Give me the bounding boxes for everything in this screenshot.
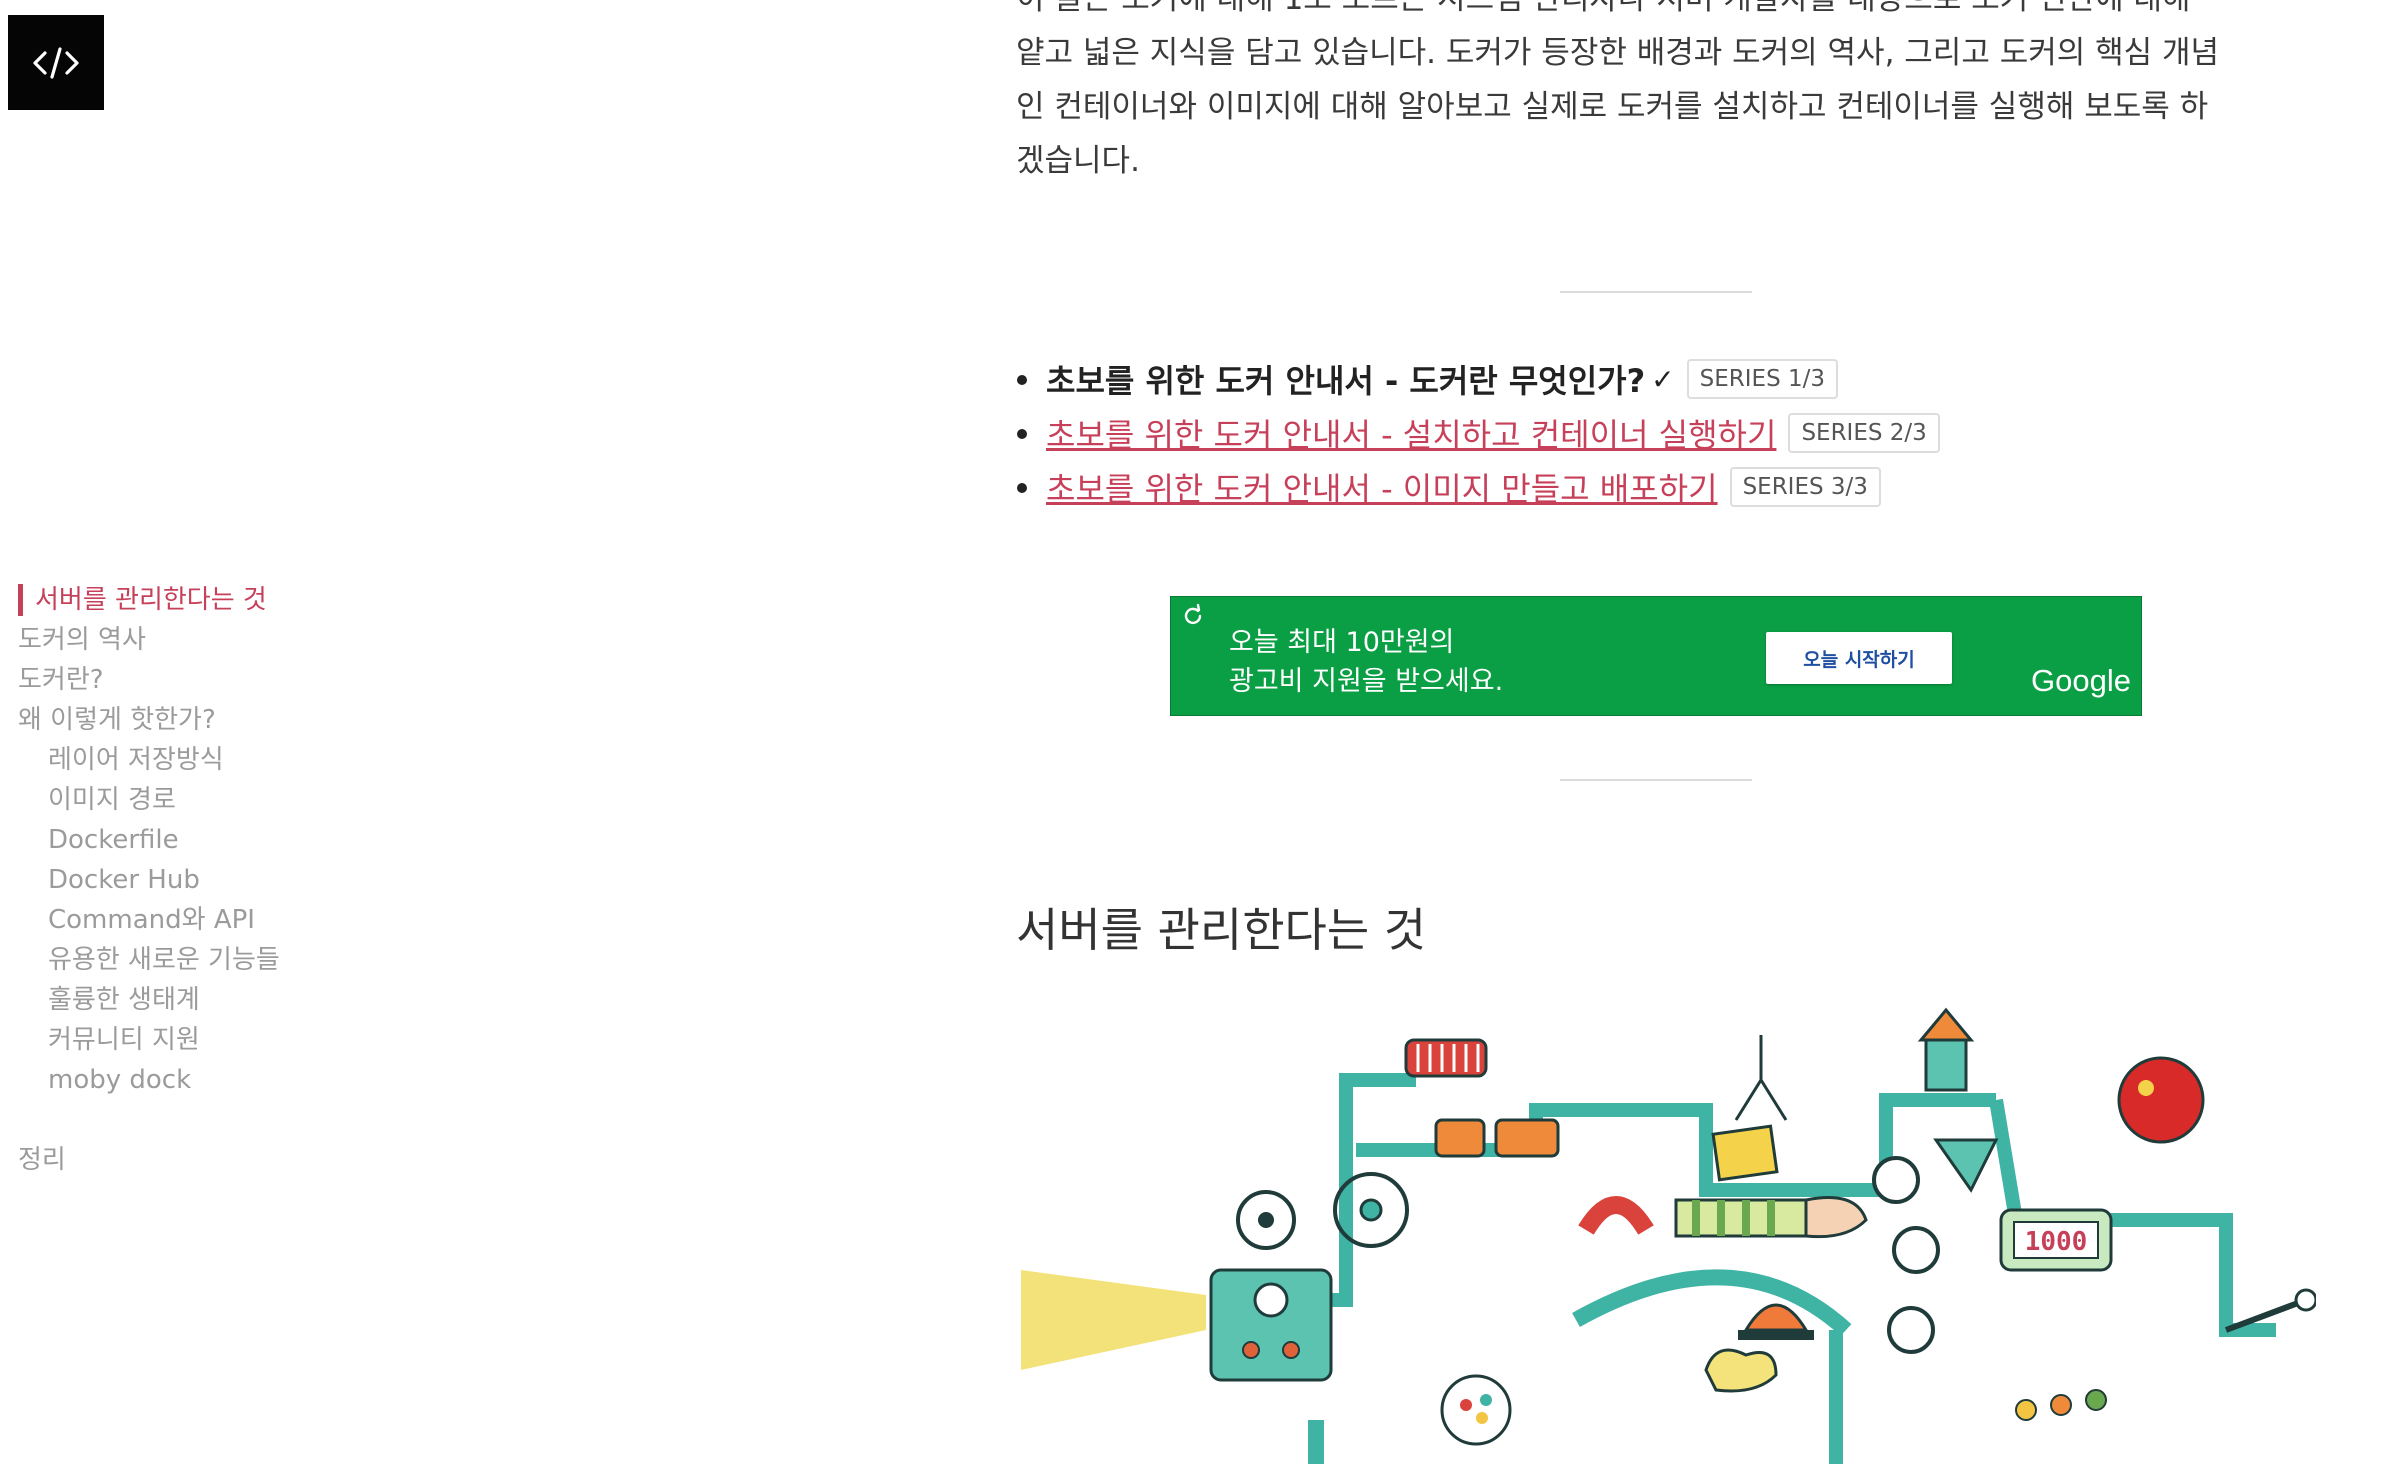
series-item: 초보를 위한 도커 안내서 - 도커란 무엇인가? ✓ SERIES 1/3 [1017, 352, 1940, 406]
toc-item-new-features[interactable]: 유용한 새로운 기능들 [18, 940, 518, 980]
illustration-machine: 1000 [1016, 1000, 2316, 1464]
section-title: 서버를 관리한다는 것 [1016, 903, 1427, 957]
toc-item-command-api[interactable]: Command와 API [18, 900, 518, 940]
toc-item-why-hot[interactable]: 왜 이렇게 핫한가? [18, 700, 518, 740]
ad-text: 오늘 최대 10만원의 광고비 지원을 받으세요. [1229, 623, 1503, 701]
toc-item-docker-history[interactable]: 도커의 역사 [18, 620, 518, 660]
intro-line: 인 컨테이너와 이미지에 대해 알아보고 실제로 도커를 설치하고 컨테이너를 … [1016, 89, 2209, 125]
series-current-title: 초보를 위한 도커 안내서 - 도커란 무엇인가? [1046, 362, 1646, 400]
toc-item-image-path[interactable]: 이미지 경로 [18, 780, 518, 820]
series-list: 초보를 위한 도커 안내서 - 도커란 무엇인가? ✓ SERIES 1/3 초… [1017, 352, 1940, 514]
ad-line-1: 오늘 최대 10만원의 [1229, 627, 1455, 658]
divider [1560, 779, 1752, 781]
code-icon [33, 46, 79, 79]
ad-banner[interactable]: 오늘 최대 10만원의 광고비 지원을 받으세요. 오늘 시작하기 Google [1170, 596, 2142, 716]
toc-item-what-is-docker[interactable]: 도커란? [18, 660, 518, 700]
toc-item-dockerfile[interactable]: Dockerfile [18, 820, 518, 860]
machine-illustration-icon: 1000 [1021, 1007, 2316, 1464]
series-item: 초보를 위한 도커 안내서 - 이미지 만들고 배포하기 SERIES 3/3 [1017, 460, 1940, 514]
check-icon: ✓ [1651, 362, 1675, 396]
ad-start-button[interactable]: 오늘 시작하기 [1766, 632, 1952, 684]
intro-line: 겠습니다. [1016, 143, 1140, 179]
toc-spacer [18, 1100, 518, 1140]
series-badge: SERIES 2/3 [1788, 413, 1940, 453]
series-badge: SERIES 3/3 [1729, 467, 1881, 507]
intro-paragraph: 이 글은 도커에 대해 1도 모르는 시스템 관리자나 서버 개발자를 대상으로… [1016, 0, 2306, 188]
toc-item-server-management[interactable]: 서버를 관리한다는 것 [18, 580, 518, 620]
ad-line-2: 광고비 지원을 받으세요. [1229, 666, 1504, 697]
google-logo: Google [2031, 663, 2131, 698]
bullet [1017, 375, 1027, 385]
divider [1560, 291, 1752, 293]
series-link-install[interactable]: 초보를 위한 도커 안내서 - 설치하고 컨테이너 실행하기 [1046, 410, 1776, 456]
series-link-image[interactable]: 초보를 위한 도커 안내서 - 이미지 만들고 배포하기 [1046, 464, 1718, 510]
site-logo[interactable] [8, 15, 104, 110]
table-of-contents: 서버를 관리한다는 것 도커의 역사 도커란? 왜 이렇게 핫한가? 레이어 저… [18, 580, 518, 1180]
intro-line: 얕고 넓은 지식을 담고 있습니다. 도커가 등장한 배경과 도커의 역사, 그… [1016, 35, 2220, 71]
refresh-icon[interactable] [1181, 603, 1205, 627]
toc-item-moby-dock[interactable]: moby dock [18, 1060, 518, 1100]
series-item: 초보를 위한 도커 안내서 - 설치하고 컨테이너 실행하기 SERIES 2/… [1017, 406, 1940, 460]
bullet [1017, 429, 1027, 439]
toc-item-layer-storage[interactable]: 레이어 저장방식 [18, 740, 518, 780]
toc-item-docker-hub[interactable]: Docker Hub [18, 860, 518, 900]
series-badge: SERIES 1/3 [1686, 359, 1838, 399]
toc-item-community[interactable]: 커뮤니티 지원 [18, 1020, 518, 1060]
bullet [1017, 483, 1027, 493]
toc-item-ecosystem[interactable]: 훌륭한 생태계 [18, 980, 518, 1020]
counter-text: 1000 [2025, 1227, 2088, 1257]
intro-line: 이 글은 도커에 대해 1도 모르는 시스템 관리자나 서버 개발자를 대상으로… [1016, 0, 2191, 17]
toc-item-summary[interactable]: 정리 [18, 1140, 518, 1180]
